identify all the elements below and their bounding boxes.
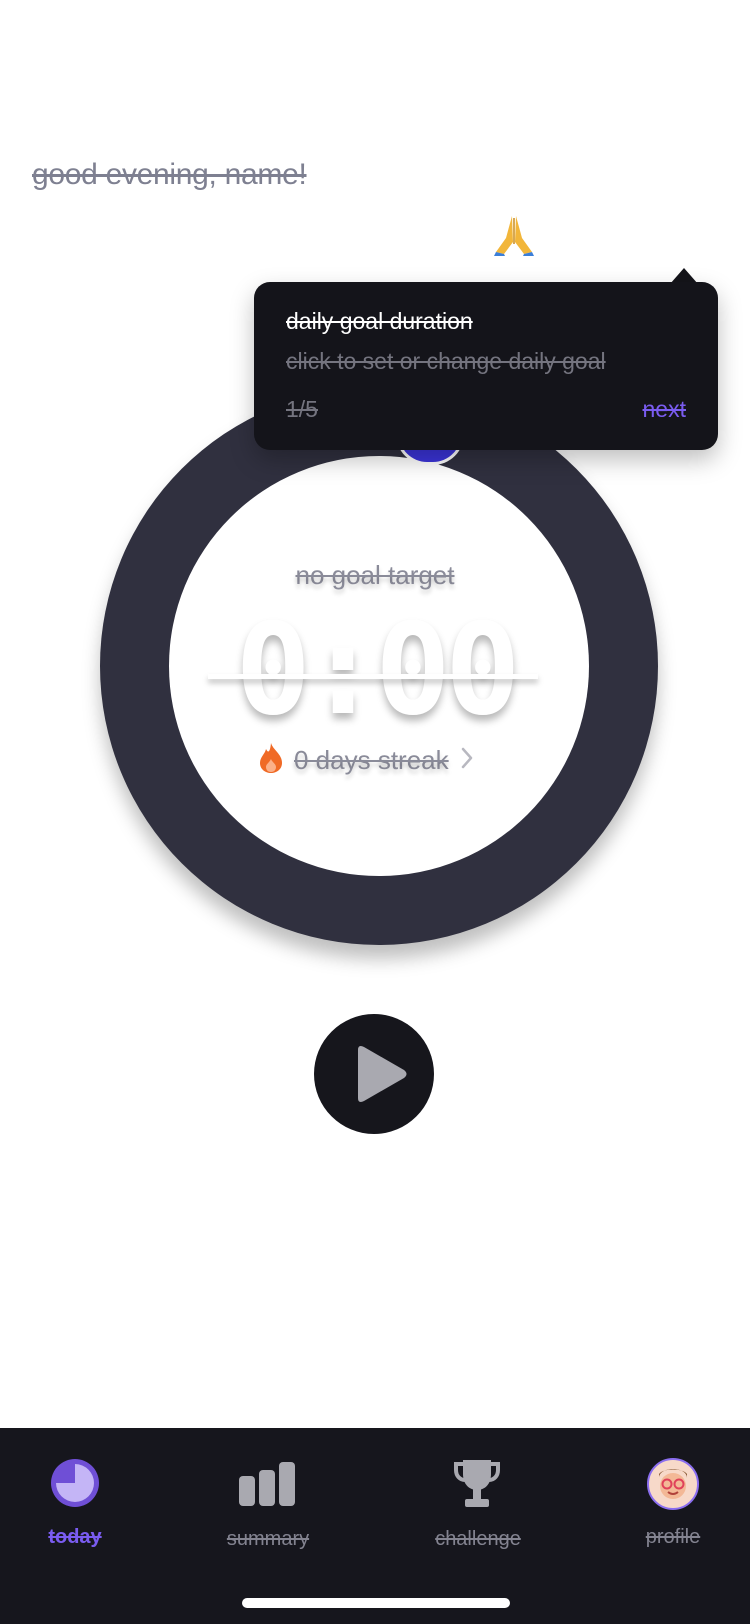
tooltip-description: click to set or change daily goal [286, 348, 606, 374]
tab-profile-label: profile [645, 1526, 701, 1548]
streak-link[interactable]: 0 days streak [258, 742, 475, 778]
goal-target-label: no goal target [295, 560, 455, 590]
tab-summary[interactable]: summary [188, 1428, 348, 1578]
tooltip-next-button[interactable]: next [643, 396, 686, 423]
pray-emoji-icon [492, 212, 536, 256]
tab-today[interactable]: today [0, 1428, 150, 1578]
pie-chart-icon [50, 1458, 100, 1513]
tab-challenge[interactable]: challenge [398, 1428, 558, 1578]
timer-display: 0:00 [235, 596, 520, 743]
bar-chart-icon [239, 1462, 297, 1511]
chevron-right-icon [459, 745, 475, 776]
tooltip-title: daily goal duration [286, 308, 473, 334]
tab-summary-label: summary [226, 1528, 310, 1550]
fire-icon [258, 742, 284, 779]
tab-challenge-label: challenge [435, 1528, 521, 1550]
streak-label: 0 days streak [294, 744, 449, 775]
home-indicator [242, 1598, 510, 1608]
tooltip-step-counter: 1/5 [286, 396, 318, 422]
greeting-text: good evening, name! [32, 158, 307, 191]
avatar-icon [647, 1458, 699, 1515]
tab-bar: today summary challenge profile [0, 1428, 750, 1624]
play-button[interactable] [314, 1014, 434, 1134]
onboarding-tooltip: daily goal duration click to set or chan… [254, 282, 718, 450]
tab-profile[interactable]: profile [593, 1428, 750, 1578]
trophy-icon [453, 1458, 501, 1515]
timer-strike-line [208, 674, 538, 679]
tab-today-label: today [48, 1526, 102, 1548]
